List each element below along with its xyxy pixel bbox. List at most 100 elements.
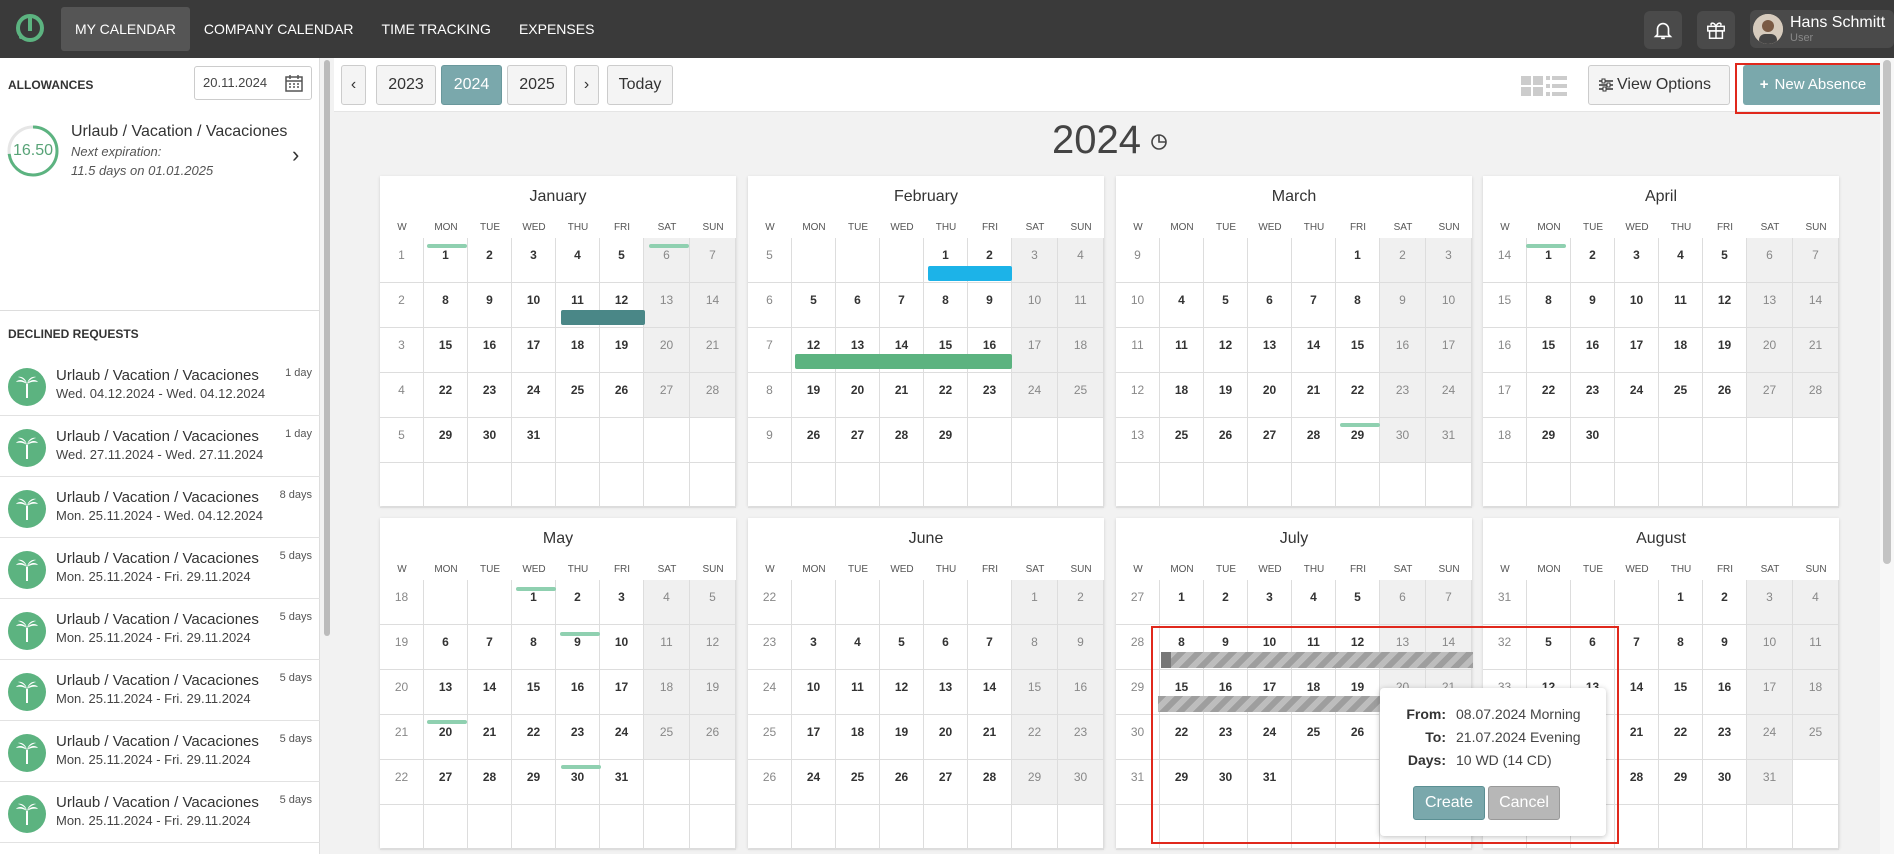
day-cell[interactable]: 22 (1336, 373, 1380, 418)
day-cell[interactable]: 4 (1160, 283, 1204, 328)
day-cell[interactable]: 7 (690, 238, 736, 283)
day-cell[interactable]: 24 (792, 760, 836, 805)
day-cell[interactable]: 23 (468, 373, 512, 418)
day-cell[interactable]: 18 (644, 670, 690, 715)
gift-button[interactable] (1697, 11, 1735, 49)
day-cell[interactable]: 3 (1248, 580, 1292, 625)
day-cell[interactable]: 8 (1527, 283, 1571, 328)
chevron-right-icon[interactable]: › (292, 142, 299, 168)
day-cell[interactable]: 21 (690, 328, 736, 373)
day-cell[interactable]: 9 (1703, 625, 1747, 670)
day-cell[interactable]: 5 (690, 580, 736, 625)
day-cell[interactable]: 3 (792, 625, 836, 670)
day-cell[interactable]: 14 (1615, 670, 1659, 715)
day-cell[interactable]: 18 (1160, 373, 1204, 418)
day-cell[interactable]: 17 (792, 715, 836, 760)
day-cell[interactable]: 29 (424, 418, 468, 463)
day-cell[interactable]: 27 (424, 760, 468, 805)
day-cell[interactable]: 25 (644, 715, 690, 760)
day-cell[interactable]: 3 (512, 238, 556, 283)
sidebar-scrollbar[interactable] (322, 58, 332, 854)
day-cell[interactable]: 5 (792, 283, 836, 328)
day-cell[interactable]: 13 (924, 670, 968, 715)
day-cell[interactable]: 8 (924, 283, 968, 328)
day-cell[interactable]: 30 (468, 418, 512, 463)
day-cell[interactable]: 2 (1380, 238, 1426, 283)
declined-request-item[interactable]: Urlaub / Vacation / Vacaciones Mon. 25.11… (0, 660, 320, 721)
day-cell[interactable]: 25 (556, 373, 600, 418)
day-cell[interactable]: 3 (600, 580, 644, 625)
day-cell[interactable]: 8 (1012, 625, 1058, 670)
day-cell[interactable]: 29 (1012, 760, 1058, 805)
day-cell[interactable]: 24 (1248, 715, 1292, 760)
declined-request-item[interactable]: Urlaub / Vacation / Vacaciones Mon. 25.11… (0, 782, 320, 843)
year-2023-button[interactable]: 2023 (376, 65, 436, 105)
nav-company-calendar[interactable]: COMPANY CALENDAR (190, 7, 368, 51)
day-cell[interactable]: 4 (644, 580, 690, 625)
day-cell[interactable]: 26 (1336, 715, 1380, 760)
day-cell[interactable]: 31 (512, 418, 556, 463)
day-cell[interactable]: 3 (1615, 238, 1659, 283)
day-cell[interactable]: 28 (468, 760, 512, 805)
create-button[interactable]: Create (1413, 786, 1485, 820)
day-cell[interactable]: 9 (1058, 625, 1104, 670)
day-cell[interactable]: 21 (968, 715, 1012, 760)
day-cell[interactable]: 14 (690, 283, 736, 328)
day-cell[interactable]: 29 (1527, 418, 1571, 463)
next-year-button[interactable]: › (574, 65, 599, 105)
day-cell[interactable]: 4 (1292, 580, 1336, 625)
day-cell[interactable]: 26 (1204, 418, 1248, 463)
day-cell[interactable]: 22 (424, 373, 468, 418)
day-cell[interactable]: 13 (1747, 283, 1793, 328)
day-cell[interactable]: 28 (690, 373, 736, 418)
day-cell[interactable]: 24 (1426, 373, 1472, 418)
day-cell[interactable]: 26 (880, 760, 924, 805)
day-cell[interactable]: 24 (1615, 373, 1659, 418)
day-cell[interactable]: 9 (968, 283, 1012, 328)
day-cell[interactable]: 19 (600, 328, 644, 373)
day-cell[interactable]: 17 (1615, 328, 1659, 373)
notifications-button[interactable] (1644, 11, 1682, 49)
day-cell[interactable]: 18 (556, 328, 600, 373)
day-cell[interactable]: 14 (1292, 328, 1336, 373)
day-cell[interactable]: 4 (1793, 580, 1839, 625)
day-cell[interactable]: 2 (1058, 580, 1104, 625)
day-cell[interactable]: 30 (1571, 418, 1615, 463)
day-cell[interactable]: 2 (1204, 580, 1248, 625)
day-cell[interactable]: 19 (1703, 328, 1747, 373)
day-cell[interactable]: 22 (1527, 373, 1571, 418)
day-cell[interactable]: 18 (1659, 328, 1703, 373)
page-scrollbar-thumb[interactable] (1883, 60, 1891, 564)
day-cell[interactable]: 20 (644, 328, 690, 373)
cancel-button[interactable]: Cancel (1488, 786, 1560, 820)
day-cell[interactable]: 24 (600, 715, 644, 760)
view-toggle-grid-list-icon[interactable] (1521, 76, 1567, 96)
absence-bar-january[interactable] (561, 310, 645, 325)
day-cell[interactable]: 6 (424, 625, 468, 670)
day-cell[interactable]: 18 (836, 715, 880, 760)
day-cell[interactable]: 22 (1659, 715, 1703, 760)
day-cell[interactable]: 1 (1659, 580, 1703, 625)
day-cell[interactable]: 15 (1336, 328, 1380, 373)
day-cell[interactable]: 22 (512, 715, 556, 760)
day-cell[interactable]: 7 (1615, 625, 1659, 670)
day-cell[interactable]: 29 (1659, 760, 1703, 805)
day-cell[interactable]: 7 (1292, 283, 1336, 328)
day-cell[interactable]: 10 (600, 625, 644, 670)
year-2025-button[interactable]: 2025 (507, 65, 567, 105)
day-cell[interactable]: 15 (1012, 670, 1058, 715)
day-cell[interactable]: 29 (1160, 760, 1204, 805)
day-cell[interactable]: 28 (1292, 418, 1336, 463)
day-cell[interactable]: 10 (512, 283, 556, 328)
day-cell[interactable]: 17 (1012, 328, 1058, 373)
day-cell[interactable]: 23 (1703, 715, 1747, 760)
day-cell[interactable]: 4 (556, 238, 600, 283)
day-cell[interactable]: 22 (924, 373, 968, 418)
day-cell[interactable]: 31 (1248, 760, 1292, 805)
day-cell[interactable]: 14 (968, 670, 1012, 715)
day-cell[interactable]: 21 (1615, 715, 1659, 760)
day-cell[interactable]: 13 (424, 670, 468, 715)
day-cell[interactable]: 26 (690, 715, 736, 760)
day-cell[interactable]: 26 (1703, 373, 1747, 418)
day-cell[interactable]: 30 (1703, 760, 1747, 805)
